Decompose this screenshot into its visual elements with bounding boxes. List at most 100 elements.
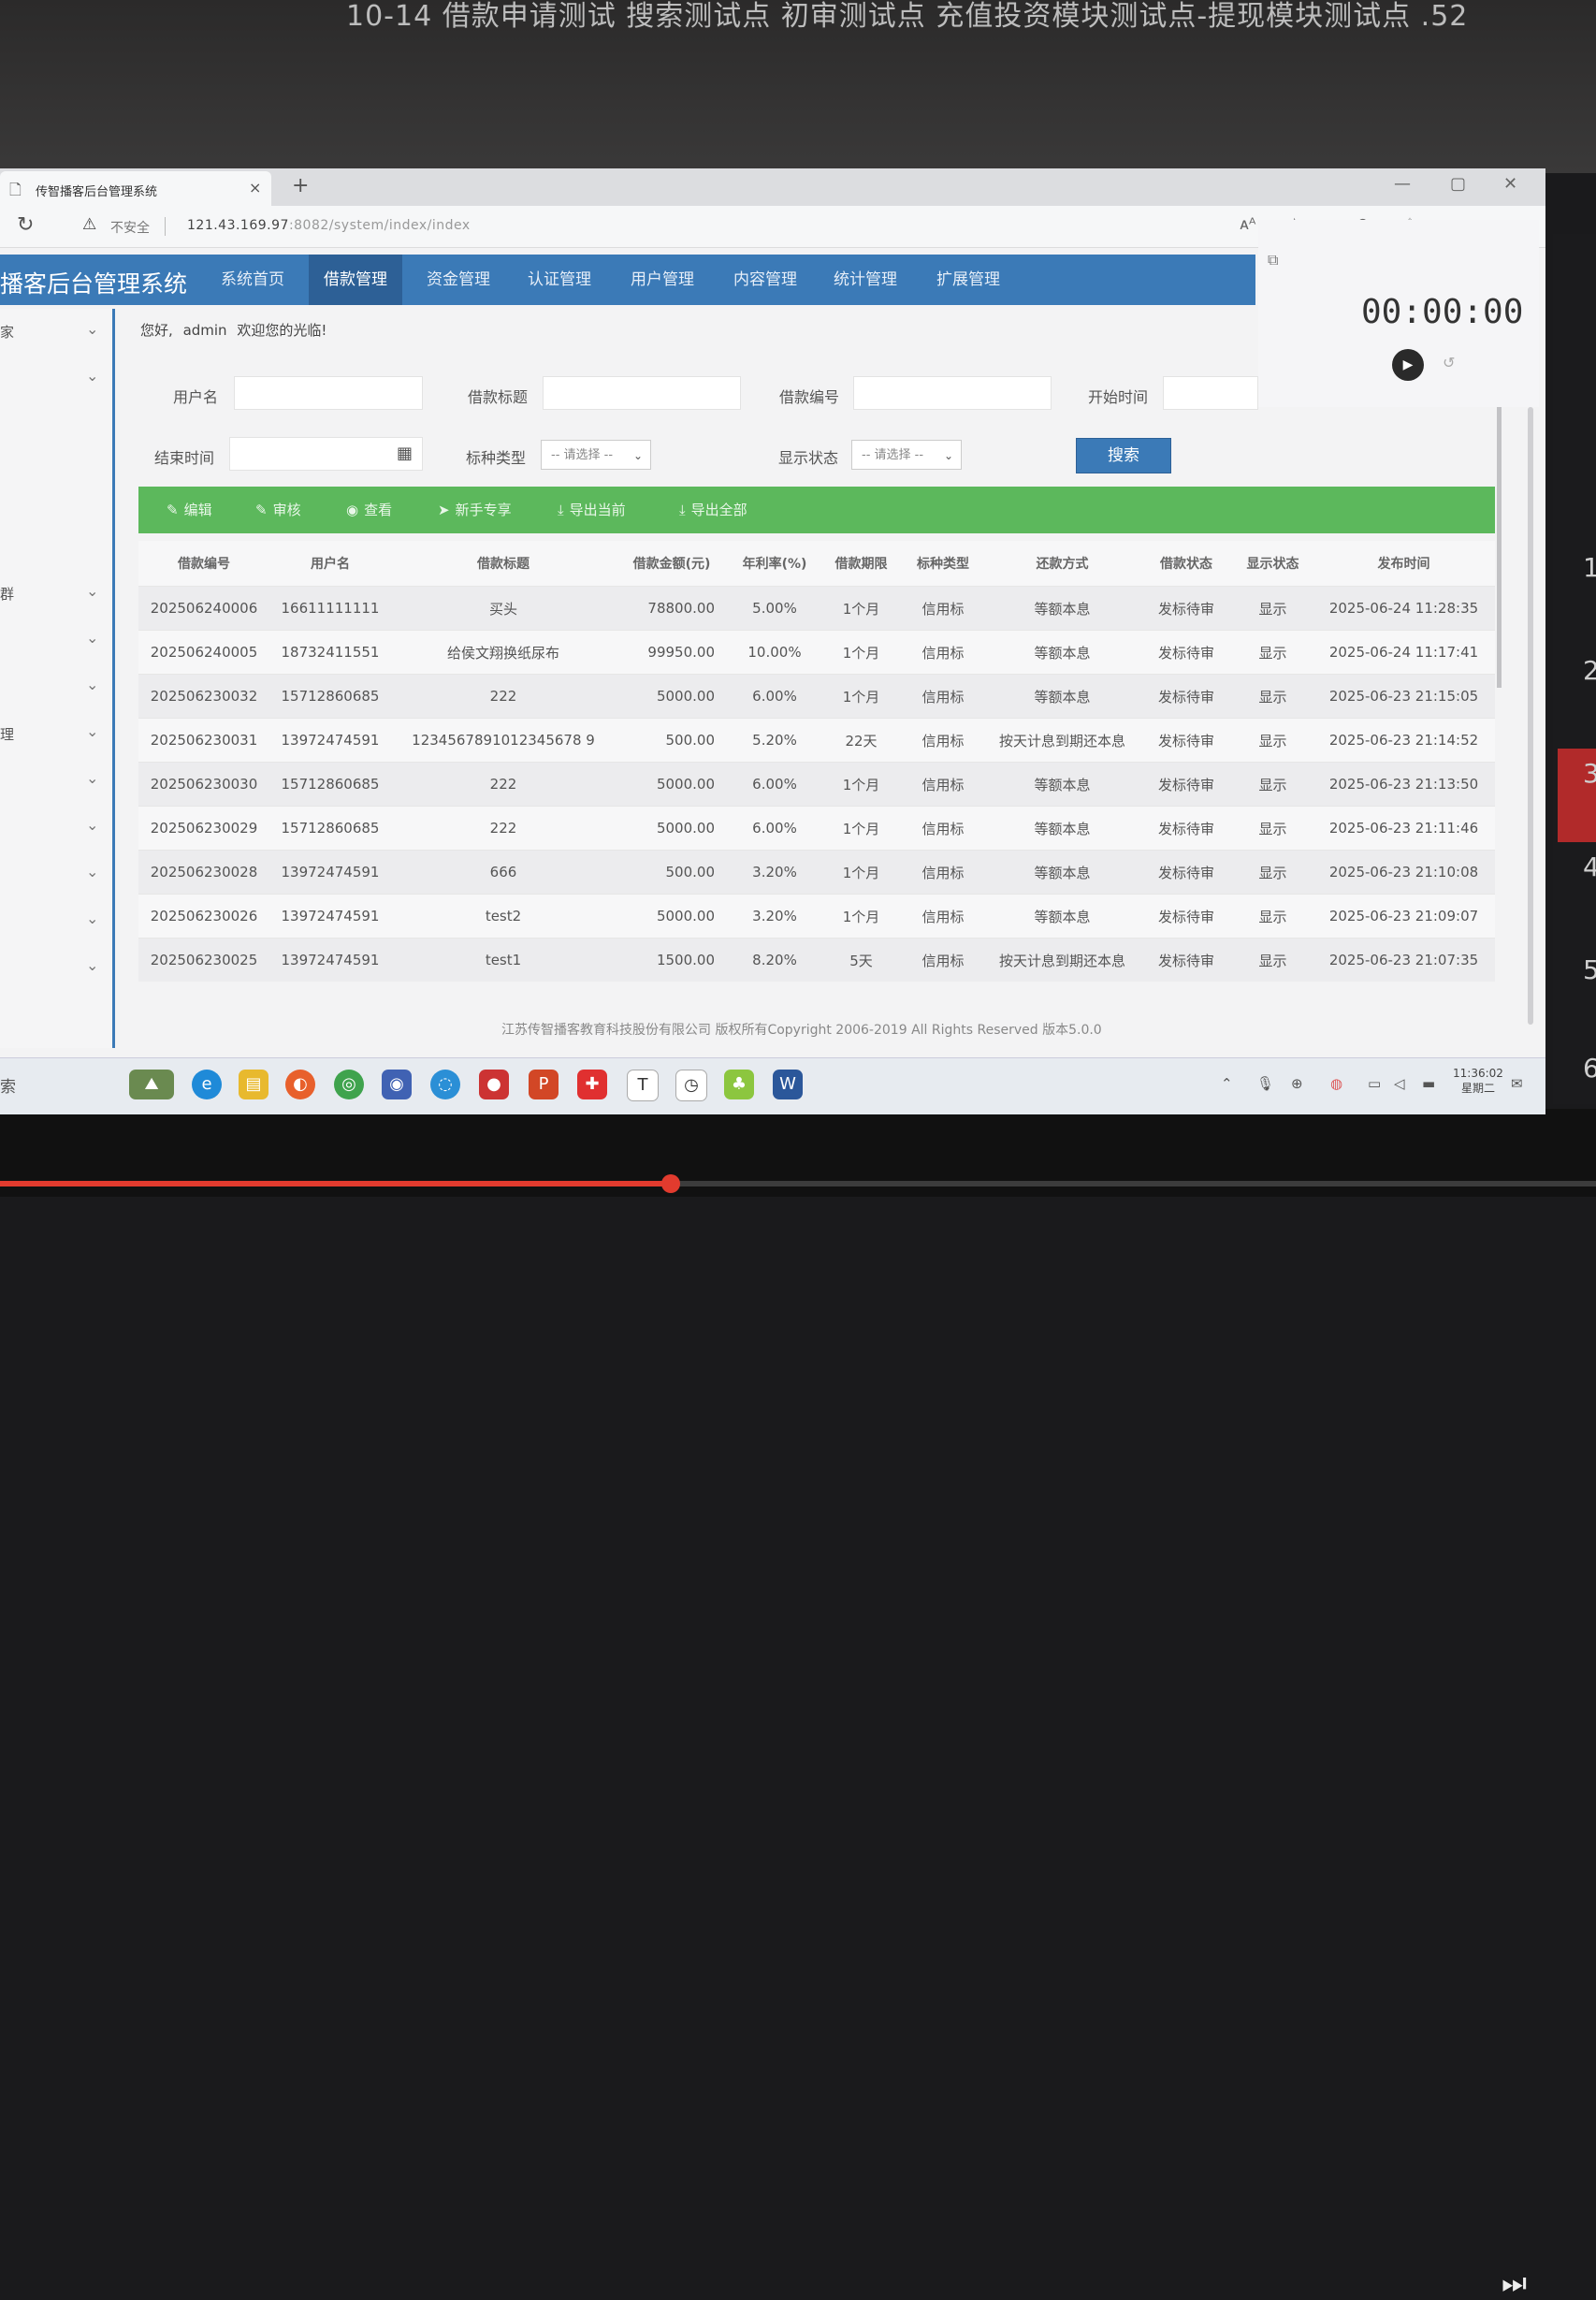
sidebar-item[interactable]: ⌄ bbox=[0, 954, 110, 983]
column-header[interactable]: 借款期限 bbox=[821, 541, 901, 587]
column-header[interactable]: 借款编号 bbox=[138, 541, 269, 587]
table-scrollbar[interactable] bbox=[1497, 407, 1502, 688]
sidebar-item[interactable]: ⌄ bbox=[0, 767, 110, 795]
edge-browser-icon[interactable]: e bbox=[192, 1070, 222, 1099]
sidebar-item[interactable]: ⌄ bbox=[0, 674, 110, 702]
xmind-icon[interactable]: ✚ bbox=[577, 1070, 607, 1099]
video-progress-knob[interactable] bbox=[660, 1174, 680, 1193]
export-current-button[interactable]: ⤓ 导出当前 bbox=[558, 500, 626, 519]
landscape-widget-icon[interactable]: ⛰ bbox=[129, 1070, 174, 1099]
loan-number-input[interactable] bbox=[853, 376, 1052, 410]
column-header[interactable]: 标种类型 bbox=[901, 541, 985, 587]
table-cell: 信用标 bbox=[901, 938, 985, 982]
play-icon[interactable]: ▶ bbox=[1392, 349, 1424, 381]
nav-item-7[interactable]: 统计管理 bbox=[819, 255, 912, 305]
new-tab-button[interactable]: + bbox=[292, 174, 309, 197]
chat-icon[interactable]: ◌ bbox=[430, 1070, 460, 1099]
sidebar-item[interactable]: ⌄ bbox=[0, 861, 110, 889]
nav-item-8[interactable]: 扩展管理 bbox=[921, 255, 1015, 305]
chevron-up-icon[interactable]: ⌃ bbox=[1221, 1075, 1233, 1092]
nav-item-6[interactable]: 内容管理 bbox=[718, 255, 812, 305]
start-time-input[interactable] bbox=[1163, 376, 1258, 410]
sidebar-item[interactable]: 家 ⌄ bbox=[0, 318, 110, 346]
table-row[interactable]: 202506230030 15712860685 222 5000.00 6.00% 1个… bbox=[138, 762, 1495, 807]
reset-icon[interactable]: ↺ bbox=[1443, 354, 1455, 371]
insecure-label[interactable]: 不安全 bbox=[110, 218, 150, 237]
edit-button[interactable]: ✎ 编辑 bbox=[167, 500, 212, 519]
column-header[interactable]: 借款标题 bbox=[391, 541, 616, 587]
table-row[interactable]: 202506240006 16611111111 买头 78800.00 5.00% 1个… bbox=[138, 586, 1495, 631]
green-app-icon[interactable]: ♣ bbox=[724, 1070, 754, 1099]
calendar-icon[interactable]: ▦ bbox=[397, 444, 413, 463]
typora-icon[interactable]: T bbox=[627, 1070, 659, 1101]
table-row[interactable]: 202506230028 13972474591 666 500.00 3.20% 1个月… bbox=[138, 850, 1495, 895]
microphone-icon[interactable]: 🎙 bbox=[1256, 1075, 1274, 1092]
column-header[interactable]: 显示状态 bbox=[1233, 541, 1313, 587]
app-icon[interactable]: ◉ bbox=[382, 1070, 412, 1099]
notification-icon[interactable]: ✉ bbox=[1511, 1075, 1523, 1092]
reload-icon[interactable]: ↻ bbox=[17, 213, 34, 237]
browser-tab[interactable]: 🗋 传智播客后台管理系统 × bbox=[0, 171, 271, 206]
search-button[interactable]: 搜索 bbox=[1076, 438, 1171, 473]
table-row[interactable]: 202506230032 15712860685 222 5000.00 6.00% 1个… bbox=[138, 674, 1495, 719]
table-row[interactable]: 202506230031 13972474591 12345678910123456… bbox=[138, 718, 1495, 763]
column-header[interactable]: 借款状态 bbox=[1139, 541, 1233, 587]
column-header[interactable]: 借款金额(元) bbox=[616, 541, 728, 587]
battery-icon[interactable]: ▬ bbox=[1422, 1075, 1435, 1092]
sidebar-item[interactable]: 群 ⌄ bbox=[0, 580, 110, 608]
view-button[interactable]: ◉ 查看 bbox=[346, 500, 392, 519]
close-window-icon[interactable]: ✕ bbox=[1503, 174, 1517, 194]
warning-icon[interactable]: ⚠ bbox=[82, 215, 96, 234]
display-status-select[interactable]: -- 请选择 -- ⌄ bbox=[851, 440, 962, 470]
nav-item-1[interactable]: 系统首页 bbox=[206, 255, 299, 305]
sidebar-item[interactable]: ⌄ bbox=[0, 908, 110, 936]
app-tray-icon[interactable]: ◍ bbox=[1330, 1075, 1342, 1092]
table-row[interactable]: 202506230029 15712860685 222 5000.00 6.00% 1个… bbox=[138, 806, 1495, 851]
video-progress-track[interactable] bbox=[0, 1174, 1596, 1193]
table-row[interactable]: 202506240005 18732411551 给侯文翔换纸尿布 99950.00 1… bbox=[138, 630, 1495, 675]
minimize-icon[interactable]: — bbox=[1394, 174, 1411, 194]
maximize-icon[interactable]: ▢ bbox=[1450, 174, 1466, 194]
export-all-button[interactable]: ⤓ 导出全部 bbox=[679, 500, 747, 519]
newbie-exclusive-button[interactable]: ➤ 新手专享 bbox=[438, 500, 512, 519]
loan-title-input[interactable] bbox=[543, 376, 741, 410]
page-scrollbar[interactable] bbox=[1528, 407, 1533, 1025]
nav-item-2[interactable]: 借款管理 bbox=[309, 255, 402, 305]
table-row[interactable]: 202506230026 13972474591 test2 5000.00 3.20%… bbox=[138, 894, 1495, 939]
review-button[interactable]: ✎ 审核 bbox=[255, 500, 301, 519]
sidebar-item[interactable]: ⌄ bbox=[0, 627, 110, 655]
fast-forward-icon[interactable]: ⏭ bbox=[1502, 2267, 1527, 2300]
clock-app-icon[interactable]: ◷ bbox=[675, 1070, 707, 1101]
loan-type-select[interactable]: -- 请选择 -- ⌄ bbox=[541, 440, 651, 470]
read-aloud-icon[interactable]: ᴀᴬ bbox=[1240, 215, 1255, 234]
column-header[interactable]: 发布时间 bbox=[1313, 541, 1495, 587]
timer-widget: 00:00:00 ▶ ↺ bbox=[1258, 220, 1539, 407]
column-header[interactable]: 还款方式 bbox=[985, 541, 1139, 587]
end-time-input[interactable]: ▦ bbox=[229, 437, 423, 471]
table-row[interactable]: 202506230025 13972474591 test1 1500.00 8.20%… bbox=[138, 938, 1495, 982]
network-icon[interactable]: ⊕ bbox=[1291, 1075, 1303, 1092]
close-tab-icon[interactable]: × bbox=[249, 179, 261, 197]
taskbar-clock[interactable]: 11:36:02 星期二 bbox=[1453, 1066, 1503, 1096]
chrome-icon[interactable]: ◎ bbox=[334, 1070, 364, 1099]
url-field[interactable]: 121.43.169.97:8082/system/index/index bbox=[187, 218, 471, 233]
nav-item-5[interactable]: 用户管理 bbox=[616, 255, 709, 305]
word-icon[interactable]: W bbox=[773, 1070, 803, 1099]
sidebar-item[interactable]: 理 ⌄ bbox=[0, 721, 110, 749]
firefox-icon[interactable]: ◐ bbox=[285, 1070, 315, 1099]
column-header[interactable]: 年利率(%) bbox=[728, 541, 821, 587]
taskbar-search[interactable]: 索 bbox=[0, 1073, 16, 1097]
username-input[interactable] bbox=[234, 376, 423, 410]
powerpoint-icon[interactable]: P bbox=[529, 1070, 559, 1099]
sidebar-item[interactable]: ⌄ bbox=[0, 814, 110, 842]
display-icon[interactable]: ▭ bbox=[1368, 1075, 1381, 1092]
volume-icon[interactable]: ◁ bbox=[1394, 1075, 1405, 1092]
file-explorer-icon[interactable]: ▤ bbox=[239, 1070, 268, 1099]
nav-item-3[interactable]: 资金管理 bbox=[412, 255, 505, 305]
sidebar-item[interactable]: ⌄ bbox=[0, 365, 110, 393]
table-cell: 买头 bbox=[391, 586, 616, 631]
nav-item-4[interactable]: 认证管理 bbox=[513, 255, 606, 305]
pip-icon[interactable]: ⧉ bbox=[1268, 251, 1278, 269]
recorder-icon[interactable]: ● bbox=[479, 1070, 509, 1099]
column-header[interactable]: 用户名 bbox=[269, 541, 391, 587]
